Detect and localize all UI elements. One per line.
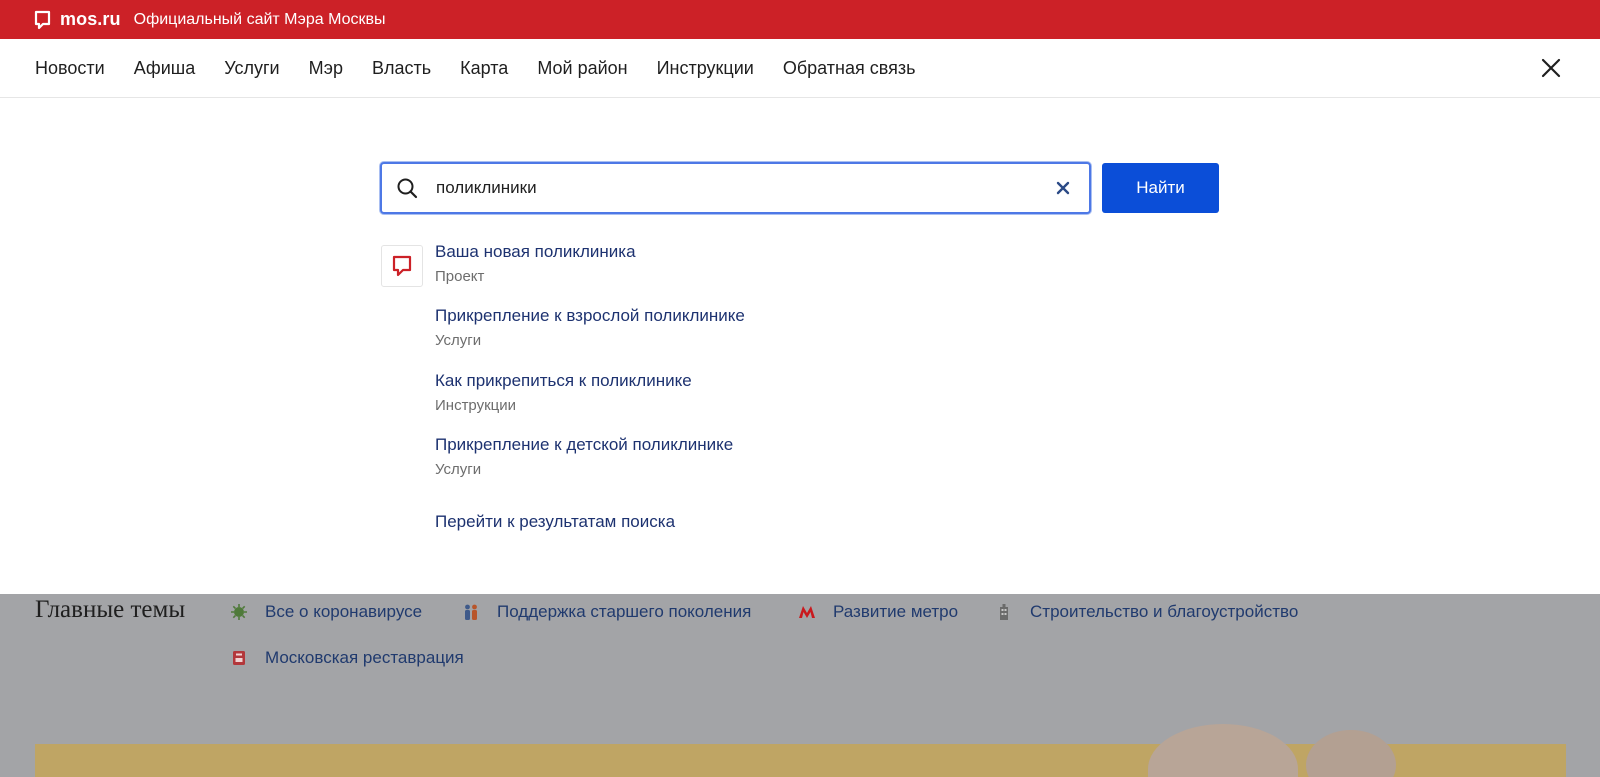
goto-search-results-link[interactable]: Перейти к результатам поиска	[435, 512, 675, 532]
suggestion-category: Услуги	[435, 332, 482, 349]
people-icon	[462, 603, 480, 621]
suggestion-category: Услуги	[435, 461, 482, 478]
metro-icon	[798, 603, 816, 621]
find-button[interactable]: Найти	[1102, 163, 1219, 213]
top-bar: mos.ru Официальный сайт Мэра Москвы	[0, 0, 1600, 39]
topic-label[interactable]: Строительство и благоустройство	[1030, 602, 1298, 622]
suggestion-item[interactable]: Ваша новая поликлиника Проект	[435, 242, 636, 285]
topic-label[interactable]: Московская реставрация	[265, 648, 464, 668]
search-panel: Найти Ваша новая поликлиника Проект Прик…	[0, 98, 1600, 594]
suggestion-category: Инструкции	[435, 397, 517, 414]
nav-item-afisha[interactable]: Афиша	[134, 58, 196, 79]
search-icon	[396, 177, 418, 199]
topic-coronavirus[interactable]: Все о коронавирусе	[230, 602, 422, 622]
suggestion-item[interactable]: Прикрепление к взрослой поликлинике Услу…	[435, 306, 745, 349]
banner-image-detail	[1306, 730, 1396, 777]
topic-label[interactable]: Развитие метро	[833, 602, 958, 622]
clear-search-icon[interactable]	[1055, 180, 1071, 196]
topic-label[interactable]: Поддержка старшего поколения	[497, 602, 751, 622]
logo-text[interactable]: mos.ru	[60, 9, 121, 30]
suggestion-item[interactable]: Прикрепление к детской поликлинике Услуг…	[435, 435, 733, 478]
topic-label[interactable]: Все о коронавирусе	[265, 602, 422, 622]
building-icon	[995, 603, 1013, 621]
suggestion-title[interactable]: Прикрепление к детской поликлинике	[435, 435, 733, 455]
site-title[interactable]: Официальный сайт Мэра Москвы	[134, 11, 386, 29]
nav-item-government[interactable]: Власть	[372, 58, 431, 79]
project-logo-icon	[381, 245, 423, 287]
close-icon[interactable]	[1540, 57, 1562, 79]
suggestion-title[interactable]: Ваша новая поликлиника	[435, 242, 636, 262]
main-topics-title: Главные темы	[35, 596, 186, 623]
suggestion-item[interactable]: Как прикрепиться к поликлинике Инструкци…	[435, 371, 692, 414]
nav-item-mayor[interactable]: Мэр	[309, 58, 343, 79]
search-box	[380, 162, 1091, 214]
topic-construction[interactable]: Строительство и благоустройство	[995, 602, 1298, 622]
virus-icon	[230, 603, 248, 621]
nav-item-feedback[interactable]: Обратная связь	[783, 58, 916, 79]
topic-senior-support[interactable]: Поддержка старшего поколения	[462, 602, 751, 622]
suggestion-category: Проект	[435, 268, 485, 285]
mos-logo-icon[interactable]	[34, 10, 51, 30]
nav-item-my-district[interactable]: Мой район	[537, 58, 627, 79]
restoration-icon	[230, 649, 248, 667]
nav-item-instructions[interactable]: Инструкции	[657, 58, 754, 79]
banner-image	[1148, 724, 1298, 777]
suggestion-title[interactable]: Прикрепление к взрослой поликлинике	[435, 306, 745, 326]
nav-item-services[interactable]: Услуги	[224, 58, 279, 79]
nav-item-news[interactable]: Новости	[35, 58, 105, 79]
nav-item-map[interactable]: Карта	[460, 58, 508, 79]
topic-metro[interactable]: Развитие метро	[798, 602, 958, 622]
search-input[interactable]	[436, 174, 1016, 202]
topic-restoration[interactable]: Московская реставрация	[230, 648, 464, 668]
suggestion-title[interactable]: Как прикрепиться к поликлинике	[435, 371, 692, 391]
main-nav: Новости Афиша Услуги Мэр Власть Карта Мо…	[0, 39, 1600, 98]
dimmed-page-content: Главные темы Все о коронавирусе Поддержк…	[0, 594, 1600, 777]
